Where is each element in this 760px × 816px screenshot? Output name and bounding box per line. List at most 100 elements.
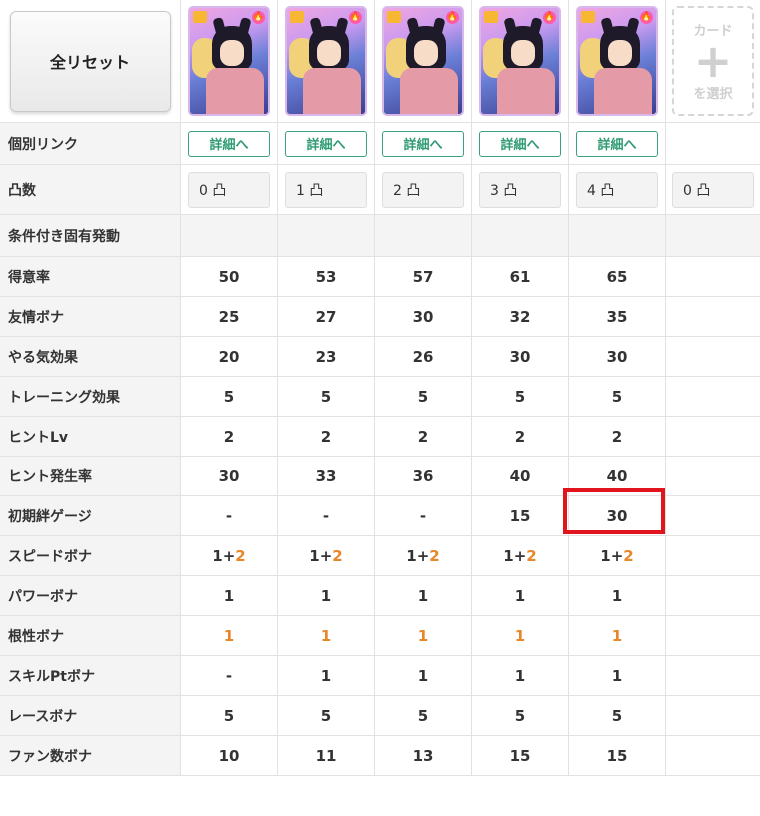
speed-base-value: 1+ [212, 546, 236, 565]
table-cell: 2 [181, 417, 278, 457]
table-cell: 1 [569, 576, 666, 616]
speed-bonus-value: 2 [526, 546, 537, 565]
table-cell: 5 [375, 377, 472, 417]
row-label-conditional: 条件付き固有発動 [0, 215, 181, 257]
row-label-kizuna: 初期絆ゲージ [0, 496, 181, 536]
card-art [497, 68, 555, 114]
card-slot-1: 🔥 [181, 0, 278, 123]
speed-base-value: 1+ [309, 546, 333, 565]
limit-break-select[interactable]: 0 凸 [672, 171, 754, 208]
row-label-race: レースボナ [0, 696, 181, 736]
support-card-thumbnail[interactable]: 🔥 [188, 6, 270, 116]
reset-all-button[interactable]: 全リセット [9, 10, 171, 112]
table-cell: - [375, 496, 472, 536]
limit-break-select[interactable]: 0 凸 [188, 171, 270, 208]
flame-icon: 🔥 [252, 11, 265, 24]
table-cell [666, 576, 760, 616]
row-label-yaruki: やる気効果 [0, 337, 181, 377]
table-cell: 1+ 2 [375, 536, 472, 576]
detail-link-button[interactable]: 詳細へ [576, 130, 658, 157]
row-label-tokui: 得意率 [0, 257, 181, 297]
table-cell [472, 215, 569, 257]
speed-bonus-value: 2 [623, 546, 634, 565]
table-cell [666, 616, 760, 656]
row-label-yujo: 友情ボナ [0, 297, 181, 337]
row-label-konjo: 根性ボナ [0, 616, 181, 656]
table-cell [375, 215, 472, 257]
table-cell [569, 215, 666, 257]
link-cell-empty [666, 123, 760, 165]
table-cell: 13 [375, 736, 472, 776]
table-cell [666, 696, 760, 736]
table-cell: 2 [569, 417, 666, 457]
limit-break-select[interactable]: 2 凸 [382, 171, 464, 208]
table-cell: 50 [181, 257, 278, 297]
rarity-badge-icon [387, 11, 401, 23]
table-cell: 2 [375, 417, 472, 457]
table-cell: 1 [181, 616, 278, 656]
support-card-thumbnail[interactable]: 🔥 [382, 6, 464, 116]
table-cell: 57 [375, 257, 472, 297]
table-cell: 1 [278, 656, 375, 696]
link-cell: 詳細へ [472, 123, 569, 165]
reset-cell: 全リセット [0, 0, 181, 123]
table-cell [181, 215, 278, 257]
table-cell [666, 496, 760, 536]
card-art [414, 40, 438, 66]
table-cell: 1 [181, 576, 278, 616]
rarity-badge-icon [484, 11, 498, 23]
speed-bonus-value: 2 [429, 546, 440, 565]
detail-link-button[interactable]: 詳細へ [285, 130, 367, 157]
link-cell: 詳細へ [181, 123, 278, 165]
table-cell: 30 [375, 297, 472, 337]
table-cell: 27 [278, 297, 375, 337]
table-cell: 5 [181, 696, 278, 736]
table-cell: 1 [278, 616, 375, 656]
limit-break-select[interactable]: 3 凸 [479, 171, 561, 208]
table-cell: 10 [181, 736, 278, 776]
limit-break-select[interactable]: 4 凸 [576, 171, 658, 208]
table-cell: 30 [569, 337, 666, 377]
table-cell: 61 [472, 257, 569, 297]
row-label-speed: スピードボナ [0, 536, 181, 576]
detail-link-button[interactable]: 詳細へ [479, 130, 561, 157]
table-cell: 40 [569, 457, 666, 496]
support-card-thumbnail[interactable]: 🔥 [285, 6, 367, 116]
row-label-hintlv: ヒントLv [0, 417, 181, 457]
detail-link-button[interactable]: 詳細へ [188, 130, 270, 157]
speed-base-value: 1+ [406, 546, 430, 565]
table-cell [278, 215, 375, 257]
select-card-button[interactable]: カード + を選択 [672, 6, 754, 116]
speed-base-value: 1+ [600, 546, 624, 565]
card-slot-5: 🔥 [569, 0, 666, 123]
table-cell: 1 [569, 616, 666, 656]
table-cell: 1+ 2 [181, 536, 278, 576]
flame-icon: 🔥 [349, 11, 362, 24]
support-card-thumbnail[interactable]: 🔥 [576, 6, 658, 116]
table-cell: 1 [472, 576, 569, 616]
support-card-thumbnail[interactable]: 🔥 [479, 6, 561, 116]
table-cell: 5 [375, 696, 472, 736]
plus-icon: + [693, 34, 733, 88]
table-cell: - [278, 496, 375, 536]
card-slot-4: 🔥 [472, 0, 569, 123]
row-label-link: 個別リンク [0, 123, 181, 165]
card-art [206, 68, 264, 114]
rarity-badge-icon [193, 11, 207, 23]
table-cell [666, 377, 760, 417]
detail-link-button[interactable]: 詳細へ [382, 130, 464, 157]
flame-icon: 🔥 [640, 11, 653, 24]
rarity-badge-icon [290, 11, 304, 23]
table-cell: 25 [181, 297, 278, 337]
card-slot-6: カード + を選択 [666, 0, 760, 123]
table-cell: 2 [278, 417, 375, 457]
table-cell: 1 [472, 656, 569, 696]
table-cell [666, 257, 760, 297]
card-art [400, 68, 458, 114]
table-cell: 65 [569, 257, 666, 297]
table-cell: 1+ 2 [278, 536, 375, 576]
totsu-cell: 0 凸 [666, 165, 760, 215]
limit-break-select[interactable]: 1 凸 [285, 171, 367, 208]
card-art [511, 40, 535, 66]
table-cell: 32 [472, 297, 569, 337]
